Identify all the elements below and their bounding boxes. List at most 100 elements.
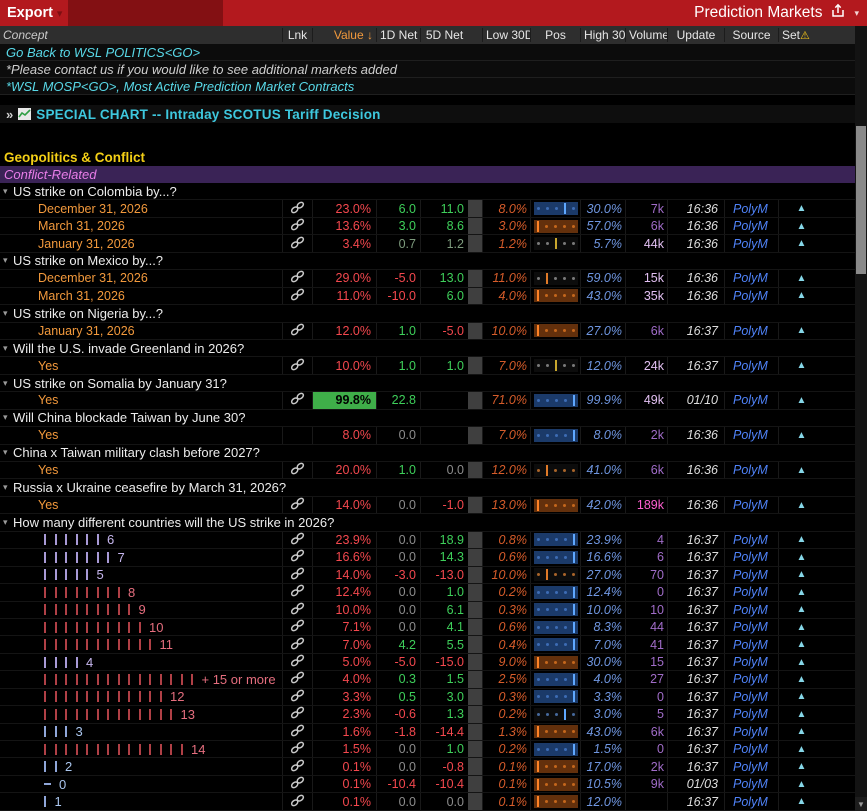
market-question-row[interactable]: ▾China x Taiwan military clash before 20… [0,445,855,462]
col-concept[interactable]: Concept [0,28,282,42]
net-1d-cell: 4.2 [376,636,420,652]
collapse-caret-icon[interactable]: ▾ [0,482,13,493]
alert-triangle-icon[interactable]: ▲ [797,430,807,441]
alert-triangle-icon[interactable]: ▲ [797,569,807,580]
alert-triangle-icon[interactable]: ▲ [797,726,807,737]
chain-link-icon[interactable] [290,741,305,757]
column-divider [468,689,482,705]
col-source[interactable]: Source [724,28,778,42]
alert-triangle-icon[interactable]: ▲ [797,534,807,545]
collapse-caret-icon[interactable]: ▾ [0,308,13,319]
alert-triangle-icon[interactable]: ▲ [797,238,807,249]
chain-link-icon[interactable] [290,671,305,687]
collapse-caret-icon[interactable]: ▾ [0,343,13,354]
link-go-back[interactable]: Go Back to WSL POLITICS<GO> [0,44,855,61]
scrollbar-down-icon[interactable]: ▼ [855,797,867,811]
alert-triangle-icon[interactable]: ▲ [797,552,807,563]
market-question-row[interactable]: ▾US strike on Colombia by...? [0,183,855,200]
alert-triangle-icon[interactable]: ▲ [797,674,807,685]
alert-triangle-icon[interactable]: ▲ [797,360,807,371]
market-question-row[interactable]: ▾Will China blockade Taiwan by June 30? [0,410,855,427]
alert-triangle-icon[interactable]: ▲ [797,796,807,807]
collapse-caret-icon[interactable]: ▾ [0,255,13,266]
col-5d-net[interactable]: 5D Net [420,28,468,42]
market-question-row[interactable]: ▾US strike on Nigeria by...? [0,305,855,322]
alert-triangle-icon[interactable]: ▲ [797,657,807,668]
alert-triangle-icon[interactable]: ▲ [797,587,807,598]
alert-triangle-icon[interactable]: ▲ [797,779,807,790]
chain-link-icon[interactable] [290,654,305,670]
chain-link-icon[interactable] [290,201,305,217]
chain-link-icon[interactable] [290,619,305,635]
export-button[interactable]: Export [0,5,57,21]
export-caret-icon[interactable]: ▾ [57,7,63,20]
alert-triangle-icon[interactable]: ▲ [797,221,807,232]
chain-link-icon[interactable] [290,759,305,775]
chain-link-icon[interactable] [290,724,305,740]
chain-link-icon[interactable] [290,567,305,583]
chain-link-icon[interactable] [290,689,305,705]
share-icon[interactable] [830,3,846,24]
alert-triangle-icon[interactable]: ▲ [797,203,807,214]
chain-link-icon[interactable] [290,794,305,810]
col-set[interactable]: Set⚠ [778,28,824,42]
net-1d-cell: 0.0 [376,549,420,565]
collapse-caret-icon[interactable]: ▾ [0,378,13,389]
chain-link-icon[interactable] [290,236,305,252]
alert-triangle-icon[interactable]: ▲ [797,744,807,755]
chain-link-icon[interactable] [290,358,305,374]
chain-link-icon[interactable] [290,637,305,653]
col-update[interactable]: Update [667,28,724,42]
alert-triangle-icon[interactable]: ▲ [797,273,807,284]
chain-link-icon[interactable] [290,549,305,565]
market-question-row[interactable]: ▾Will the U.S. invade Greenland in 2026? [0,340,855,357]
chain-link-icon[interactable] [290,288,305,304]
market-question-row[interactable]: ▾Russia x Ukraine ceasefire by March 31,… [0,479,855,496]
col-1d-net[interactable]: 1D Net [376,28,420,42]
vertical-scrollbar[interactable]: ▼ [855,26,867,811]
alert-triangle-icon[interactable]: ▲ [797,465,807,476]
alert-triangle-icon[interactable]: ▲ [797,761,807,772]
chain-link-icon[interactable] [290,584,305,600]
collapse-caret-icon[interactable]: ▾ [0,186,13,197]
chain-link-icon[interactable] [290,706,305,722]
col-lnk[interactable]: Lnk [282,28,312,42]
chain-link-icon[interactable] [290,270,305,286]
chain-link-icon[interactable] [290,218,305,234]
col-low-30d[interactable]: Low 30D [482,28,530,42]
set-cell: ▲ [778,200,824,216]
alert-triangle-icon[interactable]: ▲ [797,709,807,720]
collapse-caret-icon[interactable]: ▾ [0,517,13,528]
export-dropdown-panel[interactable] [68,0,223,26]
alert-triangle-icon[interactable]: ▲ [797,290,807,301]
col-volume[interactable]: Volume [625,28,667,42]
alert-triangle-icon[interactable]: ▲ [797,395,807,406]
chain-link-icon[interactable] [290,497,305,513]
market-question-row[interactable]: ▾US strike on Mexico by...? [0,253,855,270]
alert-triangle-icon[interactable]: ▲ [797,639,807,650]
market-question-row[interactable]: ▾How many different countries will the U… [0,514,855,531]
net-5d-cell: -1.0 [420,497,468,513]
col-high-30d[interactable]: High 30D [580,28,625,42]
alert-triangle-icon[interactable]: ▲ [797,604,807,615]
col-pos[interactable]: Pos [530,28,580,42]
chain-link-icon[interactable] [290,532,305,548]
alert-triangle-icon[interactable]: ▲ [797,691,807,702]
update-cell: 16:37 [667,671,724,687]
alert-triangle-icon[interactable]: ▲ [797,500,807,511]
special-chart-link[interactable]: » SPECIAL CHART -- Intraday SCOTUS Tarif… [0,105,855,123]
alert-triangle-icon[interactable]: ▲ [797,325,807,336]
alert-triangle-icon[interactable]: ▲ [797,622,807,633]
chain-link-icon[interactable] [290,776,305,792]
scrollbar-thumb[interactable] [856,126,866,274]
market-question-row[interactable]: ▾US strike on Somalia by January 31? [0,375,855,392]
collapse-caret-icon[interactable]: ▾ [0,447,13,458]
chain-link-icon[interactable] [290,602,305,618]
col-value[interactable]: Value ↓ [312,28,376,42]
chain-link-icon[interactable] [290,392,305,408]
chain-link-icon[interactable] [290,323,305,339]
titlebar-caret-icon[interactable]: ▾ [854,8,859,19]
collapse-caret-icon[interactable]: ▾ [0,412,13,423]
link-wsl-mosp[interactable]: *WSL MOSP<GO>, Most Active Prediction Ma… [0,78,855,95]
chain-link-icon[interactable] [290,462,305,478]
